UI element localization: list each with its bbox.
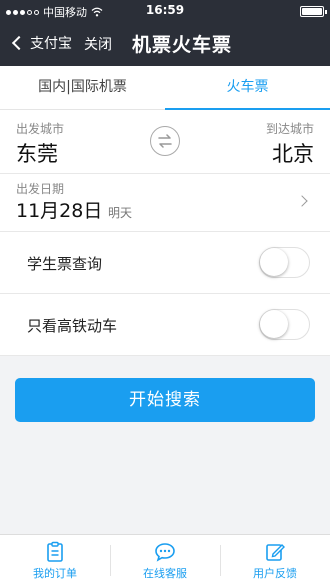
tab-flights[interactable]: 国内|国际机票 <box>0 66 165 109</box>
edit-icon <box>266 544 285 561</box>
highspeed-toggle[interactable] <box>259 309 310 340</box>
from-city-field[interactable]: 东莞 <box>16 138 58 168</box>
my-orders-button[interactable]: 我的订单 <box>0 535 110 586</box>
search-button[interactable]: 开始搜索 <box>15 378 315 422</box>
tab-trains[interactable]: 火车票 <box>165 66 330 110</box>
swap-cities-button[interactable] <box>150 126 180 156</box>
online-service-label: 在线客服 <box>143 567 187 580</box>
back-button[interactable]: 支付宝 <box>11 33 72 53</box>
status-bar: 中国移动 16:59 <box>0 0 330 22</box>
date-label: 出发日期 <box>16 182 65 196</box>
top-bar: 中国移动 16:59 支付宝 关闭 机票火车票 <box>0 0 330 66</box>
battery-icon <box>300 6 327 17</box>
clipboard-icon <box>47 541 63 562</box>
online-service-button[interactable]: 在线客服 <box>110 535 220 586</box>
to-city-label: 到达城市 <box>265 122 314 136</box>
clock: 16:59 <box>145 3 185 17</box>
back-label: 支付宝 <box>30 36 72 52</box>
date-row[interactable]: 出发日期 11月28日 明天 <box>0 174 330 232</box>
feedback-label: 用户反馈 <box>253 567 297 580</box>
student-ticket-label: 学生票查询 <box>27 255 103 273</box>
tab-bar: 国内|国际机票 火车票 <box>0 66 330 110</box>
city-row: 出发城市 东莞 到达城市 北京 <box>0 110 330 174</box>
my-orders-label: 我的订单 <box>33 567 77 580</box>
student-ticket-row: 学生票查询 <box>0 232 330 294</box>
date-relative: 明天 <box>108 206 133 220</box>
chat-icon <box>155 543 175 562</box>
student-ticket-toggle[interactable] <box>259 247 310 278</box>
close-button[interactable]: 关闭 <box>84 34 112 54</box>
to-city-field[interactable]: 北京 <box>272 138 314 168</box>
swap-icon <box>158 134 172 148</box>
feedback-button[interactable]: 用户反馈 <box>220 535 330 586</box>
search-form: 出发城市 东莞 到达城市 北京 出发日期 11月28日 明天 学生票查询 只看高… <box>0 110 330 356</box>
highspeed-label: 只看高铁动车 <box>27 317 118 335</box>
from-city-label: 出发城市 <box>16 122 65 136</box>
chevron-left-icon <box>11 35 27 51</box>
highspeed-row: 只看高铁动车 <box>0 294 330 356</box>
search-wrap: 开始搜索 <box>0 356 330 422</box>
date-value: 11月28日 <box>16 200 103 222</box>
chevron-right-icon <box>296 195 308 207</box>
page-title: 机票火车票 <box>132 34 233 56</box>
bottom-bar: 我的订单 在线客服 用户反馈 <box>0 534 330 586</box>
nav-bar: 支付宝 关闭 机票火车票 <box>0 22 330 66</box>
